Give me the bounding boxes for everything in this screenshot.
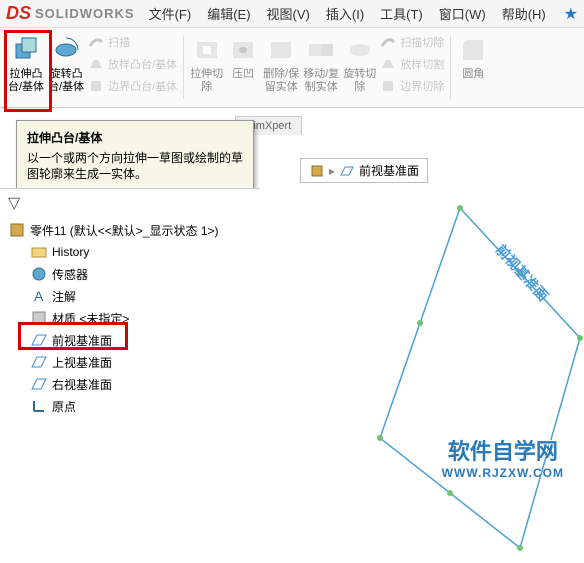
ribbon-toolbar: 拉伸凸台/基体 旋转凸台/基体 扫描 放样凸台/基体 边界凸台/基体 拉伸切除 … <box>0 28 584 108</box>
title-bar: DS SOLIDWORKS 文件(F) 编辑(E) 视图(V) 插入(I) 工具… <box>0 0 584 28</box>
annotation-icon: A <box>30 287 48 305</box>
hole-icon <box>227 34 259 66</box>
plane-icon <box>30 375 48 393</box>
menu-help[interactable]: 帮助(H) <box>502 4 546 23</box>
loft-button[interactable]: 放样凸台/基体 <box>86 54 179 74</box>
menu-file[interactable]: 文件(F) <box>149 4 192 23</box>
logo-text: SOLIDWORKS <box>35 6 135 21</box>
sweep-icon <box>88 34 104 50</box>
revolve-icon <box>50 34 82 66</box>
boundary-button[interactable]: 边界凸台/基体 <box>86 76 179 96</box>
star-icon[interactable]: ★ <box>564 4 578 24</box>
loft-icon <box>88 56 104 72</box>
sensor-icon <box>30 265 48 283</box>
breadcrumb-label: 前视基准面 <box>359 162 419 179</box>
loft-cut-button[interactable]: 放样切割 <box>378 54 446 74</box>
app-logo: DS SOLIDWORKS <box>6 3 135 24</box>
delete-keep-button[interactable]: 删除/保留实体 <box>261 32 301 103</box>
delete-icon <box>265 34 297 66</box>
tree-origin[interactable]: 原点 <box>8 395 252 417</box>
fillet-icon <box>457 34 489 66</box>
boundary-icon <box>88 78 104 94</box>
move-copy-button[interactable]: 移动/复制实体 <box>301 32 341 103</box>
sweep-cut-button[interactable]: 扫描切除 <box>378 32 446 52</box>
menu-edit[interactable]: 编辑(E) <box>207 4 250 23</box>
tree-root[interactable]: 零件11 (默认<<默认>_显示状态 1>) <box>8 219 252 241</box>
move-icon <box>305 34 337 66</box>
svg-text:A: A <box>34 288 44 304</box>
breadcrumb[interactable]: ▸ 前视基准面 <box>300 158 428 183</box>
filter-icon[interactable]: ▽ <box>0 189 260 217</box>
feature-tree: 零件11 (默认<<默认>_显示状态 1>) History 传感器 A 注解 … <box>0 217 260 419</box>
part-icon <box>309 163 325 179</box>
feature-manager-panel: ▽ 零件11 (默认<<默认>_显示状态 1>) History 传感器 A 注… <box>0 188 260 560</box>
tree-annotations[interactable]: A 注解 <box>8 285 252 307</box>
menu-tools[interactable]: 工具(T) <box>380 4 423 23</box>
menu-insert[interactable]: 插入(I) <box>326 4 364 23</box>
tree-sensors[interactable]: 传感器 <box>8 263 252 285</box>
revolve-label: 旋转凸台/基体 <box>48 68 84 94</box>
origin-icon <box>30 397 48 415</box>
menu-bar: 文件(F) 编辑(E) 视图(V) 插入(I) 工具(T) 窗口(W) 帮助(H… <box>149 4 546 23</box>
tooltip-extrude: 拉伸凸台/基体 以一个或两个方向拉伸一草图或绘制的草图轮廓来生成一实体。 <box>16 120 254 191</box>
plane-label-3d: 前视基准面 <box>493 241 552 304</box>
cut-extrude-button[interactable]: 拉伸切除 <box>188 32 225 103</box>
plane-icon <box>30 353 48 371</box>
plane-icon <box>339 163 355 179</box>
tooltip-body: 以一个或两个方向拉伸一草图或绘制的草图轮廓来生成一实体。 <box>27 150 243 182</box>
boundary-cut-icon <box>380 78 396 94</box>
cut-revolve-icon <box>344 34 376 66</box>
boundary-cut-button[interactable]: 边界切除 <box>378 76 446 96</box>
fillet-button[interactable]: 圆角 <box>455 32 491 103</box>
hole-button[interactable]: 压凹 <box>225 32 261 103</box>
revolve-boss-button[interactable]: 旋转凸台/基体 <box>46 32 86 103</box>
part-icon <box>8 221 26 239</box>
menu-view[interactable]: 视图(V) <box>267 4 310 23</box>
menu-window[interactable]: 窗口(W) <box>439 4 486 23</box>
logo-ds-icon: DS <box>6 3 31 24</box>
highlight-extrude <box>4 30 52 112</box>
tree-right-plane[interactable]: 右视基准面 <box>8 373 252 395</box>
tooltip-title: 拉伸凸台/基体 <box>27 129 243 146</box>
folder-icon <box>30 243 48 261</box>
loft-cut-icon <box>380 56 396 72</box>
cut-revolve-button[interactable]: 旋转切除 <box>341 32 378 103</box>
graphics-viewport[interactable]: 前视基准面 <box>260 188 584 560</box>
tree-history[interactable]: History <box>8 241 252 263</box>
cut-extrude-icon <box>191 34 223 66</box>
sweep-button[interactable]: 扫描 <box>86 32 179 52</box>
highlight-front-plane <box>18 322 128 350</box>
sweep-cut-icon <box>380 34 396 50</box>
tree-top-plane[interactable]: 上视基准面 <box>8 351 252 373</box>
